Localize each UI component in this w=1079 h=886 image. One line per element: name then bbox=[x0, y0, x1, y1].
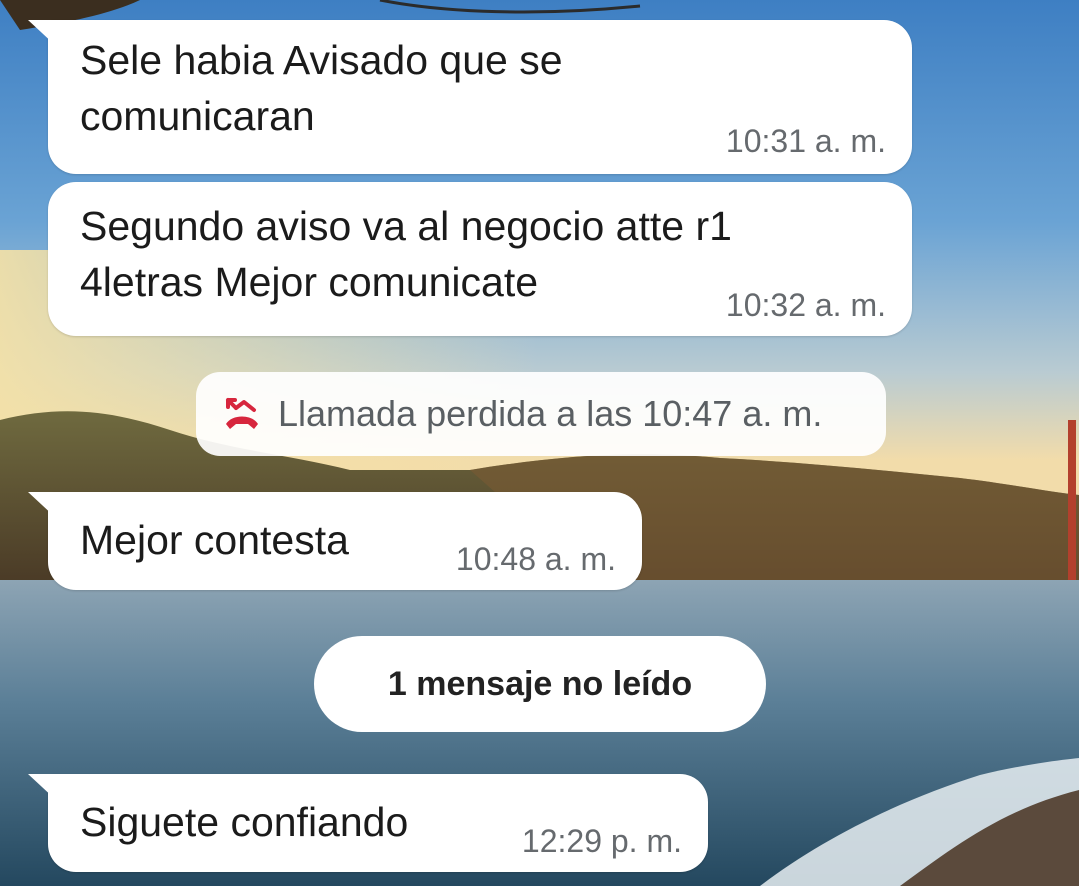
bubble-tail bbox=[28, 492, 56, 518]
message-bubble[interactable]: Segundo aviso va al negocio atte r1 4let… bbox=[48, 182, 912, 336]
message-timestamp: 12:29 p. m. bbox=[521, 823, 682, 859]
missed-call-notice[interactable]: Llamada perdida a las 10:47 a. m. bbox=[196, 372, 886, 456]
missed-call-text: Llamada perdida a las 10:47 a. m. bbox=[278, 393, 823, 434]
message-text: Segundo aviso va al negocio atte r1 4let… bbox=[80, 203, 732, 305]
message-timestamp: 10:48 a. m. bbox=[455, 541, 616, 577]
message-bubble[interactable]: Sele habia Avisado que se comunicaran 10… bbox=[28, 20, 912, 174]
bubble-tail bbox=[28, 20, 56, 46]
unread-messages-divider: 1 mensaje no leído bbox=[314, 636, 766, 732]
message-timestamp: 10:31 a. m. bbox=[725, 123, 886, 159]
message-timestamp: 10:32 a. m. bbox=[725, 287, 886, 323]
bubble-tail bbox=[28, 774, 56, 800]
message-text: Sele habia Avisado que se comunicaran bbox=[80, 37, 563, 139]
message-bubble[interactable]: Siguete confiando 12:29 p. m. bbox=[28, 774, 708, 872]
message-bubble[interactable]: Mejor contesta 10:48 a. m. bbox=[28, 492, 642, 590]
unread-divider-text: 1 mensaje no leído bbox=[387, 664, 693, 703]
missed-call-icon bbox=[226, 398, 258, 429]
message-text: Mejor contesta bbox=[80, 517, 349, 563]
message-text: Siguete confiando bbox=[80, 799, 409, 845]
